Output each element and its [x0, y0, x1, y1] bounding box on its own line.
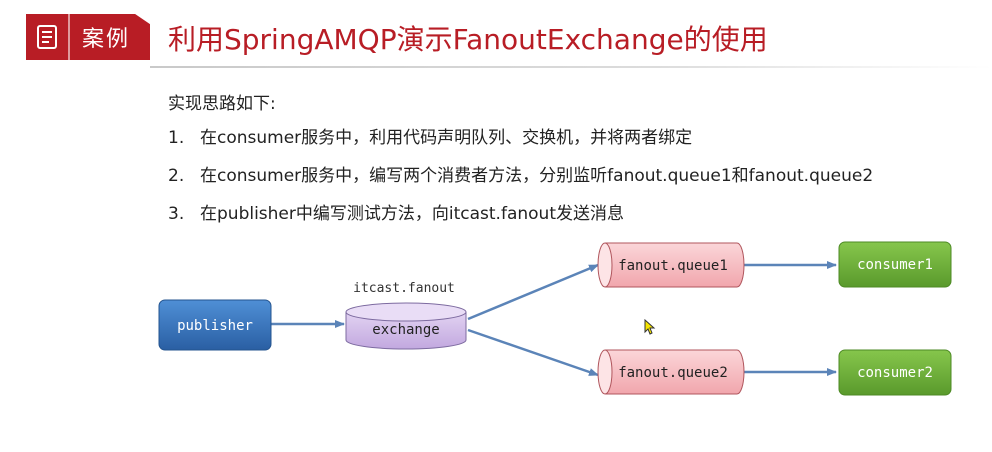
publisher-label: publisher: [177, 318, 253, 334]
arrow-exchange-queue1: [467, 263, 599, 321]
queue2-label: fanout.queue2: [618, 365, 728, 381]
fanout-diagram: publisher itcast.fanout exchange fanout.…: [158, 241, 952, 396]
queue1-node: fanout.queue1: [597, 242, 745, 288]
queue2-node: fanout.queue2: [597, 349, 745, 395]
exchange-name-label: itcast.fanout: [353, 281, 455, 296]
mouse-cursor-icon: [644, 319, 656, 335]
consumer2-node: consumer2: [838, 349, 952, 396]
consumer1-node: consumer1: [838, 241, 952, 288]
publisher-node: publisher: [158, 299, 272, 351]
queue1-label: fanout.queue1: [618, 258, 728, 274]
arrow-exchange-queue2: [467, 328, 599, 377]
consumer1-label: consumer1: [857, 257, 933, 273]
exchange-node: exchange: [345, 302, 467, 350]
consumer2-label: consumer2: [857, 365, 933, 381]
exchange-label: exchange: [372, 322, 439, 338]
